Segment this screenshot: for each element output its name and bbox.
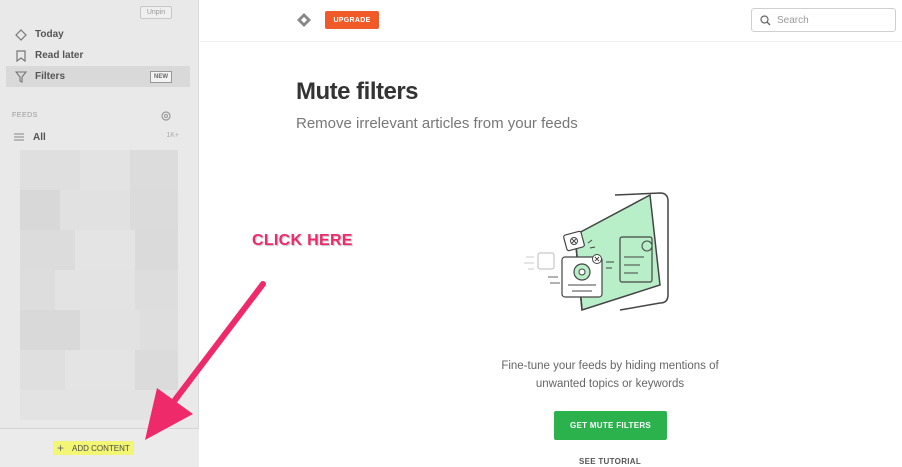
feed-all-label: All [33,131,46,143]
feedly-logo-icon[interactable] [296,12,312,28]
top-header: UPGRADE Search [200,0,902,42]
click-here-annotation: CLICK HERE [252,232,353,249]
search-input[interactable]: Search [751,8,896,32]
sidebar-item-label: Read later [35,50,84,61]
plus-icon: + [57,441,65,455]
filter-icon [14,70,28,84]
get-mute-filters-button[interactable]: GET MUTE FILTERS [554,411,667,440]
today-icon [14,28,28,42]
new-badge: NEW [150,71,172,83]
add-content-label: ADD CONTENT [72,443,130,453]
sidebar-item-filters[interactable]: Filters NEW [6,66,190,87]
sidebar-item-today[interactable]: Today [0,24,199,45]
annotation-arrow-icon [145,281,266,440]
gear-icon[interactable] [160,109,172,121]
mute-filters-illustration [524,192,669,311]
description-text: Fine-tune your feeds by hiding mentions … [501,360,719,390]
feeds-section-label: FEEDS [12,112,38,119]
sidebar-item-label: Today [35,29,64,40]
sidebar-item-read-later[interactable]: Read later [0,45,199,66]
see-tutorial-link[interactable]: SEE TUTORIAL [560,457,660,466]
list-icon [14,133,24,141]
page-title: Mute filters [296,78,419,105]
page-subtitle: Remove irrelevant articles from your fee… [296,115,578,132]
feed-all-count: 1K+ [166,132,179,139]
bookmark-icon [14,49,28,63]
unpin-button[interactable]: Unpin [140,6,172,19]
feed-all[interactable]: All 1K+ [14,130,179,144]
search-placeholder: Search [777,14,809,26]
search-icon [760,14,771,25]
upgrade-button[interactable]: UPGRADE [325,11,379,29]
add-content-button[interactable]: + ADD CONTENT [53,441,134,455]
sidebar-item-label: Filters [35,71,66,82]
